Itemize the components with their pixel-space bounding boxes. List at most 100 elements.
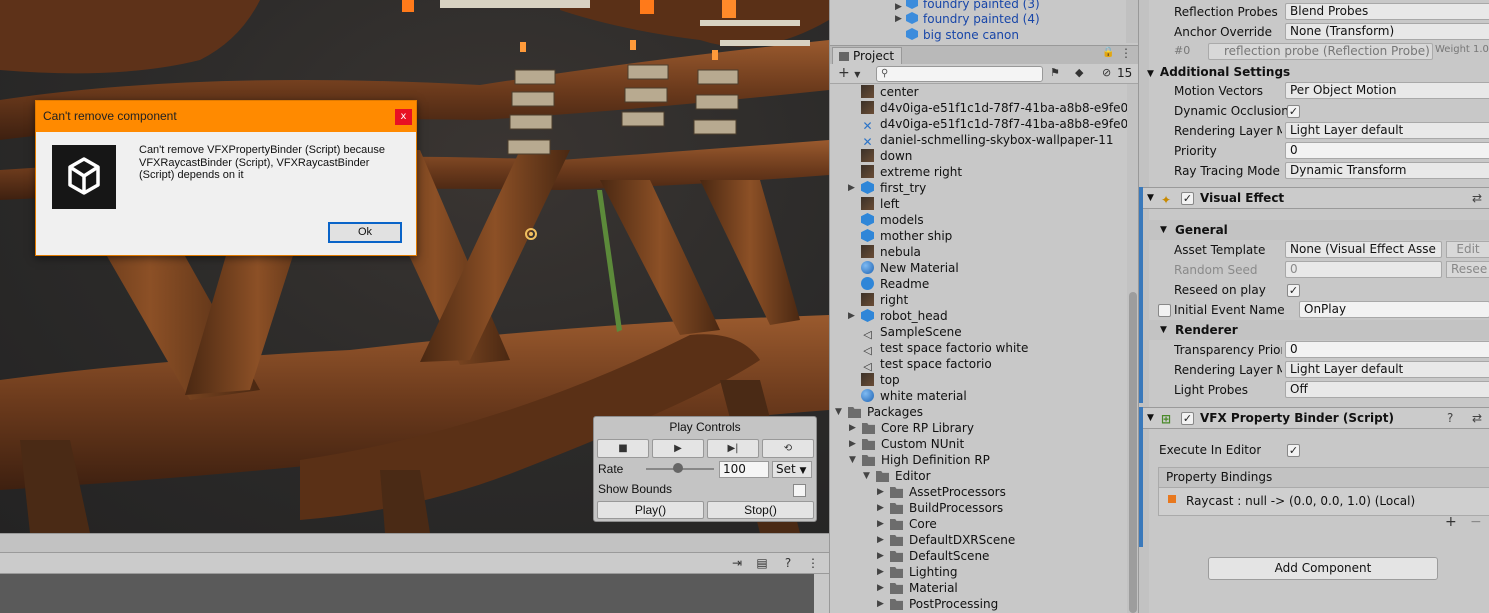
- ray-tracing-dropdown[interactable]: Dynamic Transform: [1285, 162, 1489, 179]
- editor-subfolder[interactable]: ▶ AssetProcessors: [877, 484, 1006, 500]
- general-foldout[interactable]: ▼ General: [1143, 220, 1489, 240]
- rendering-layer-dropdown[interactable]: Light Layer default: [1285, 361, 1489, 378]
- play-button[interactable]: Play(): [597, 501, 704, 519]
- lock-icon[interactable]: ⇥: [727, 555, 747, 572]
- scrollbar-thumb[interactable]: [1129, 292, 1137, 613]
- expand-arrow-icon[interactable]: ▶: [895, 14, 902, 24]
- tab-project[interactable]: Project: [832, 47, 902, 65]
- initial-event-input[interactable]: OnPlay: [1299, 301, 1489, 318]
- settings-icon[interactable]: ⇄: [1472, 188, 1482, 208]
- editor-subfolder[interactable]: ▶ BuildProcessors: [877, 500, 1003, 516]
- reseed-button[interactable]: Resee: [1446, 261, 1489, 278]
- random-seed-input[interactable]: 0: [1285, 261, 1442, 278]
- hierarchy-scrollbar[interactable]: [1126, 0, 1138, 43]
- expand-arrow-icon[interactable]: ▶: [849, 436, 856, 452]
- visual-effect-enabled-checkbox[interactable]: ✓: [1181, 192, 1194, 205]
- set-rate-dropdown[interactable]: Set ▼: [772, 461, 812, 478]
- motion-vectors-dropdown[interactable]: Per Object Motion: [1285, 82, 1489, 99]
- expand-arrow-icon[interactable]: ▶: [877, 580, 884, 596]
- asset-item[interactable]: ▶ robot_head: [848, 308, 948, 324]
- rendering-layer-dropdown[interactable]: Light Layer default: [1285, 122, 1489, 139]
- reflection-probes-dropdown[interactable]: Blend Probes: [1285, 3, 1489, 20]
- asset-item[interactable]: ◁ test space factorio white: [861, 340, 1028, 357]
- close-button[interactable]: x: [395, 109, 412, 125]
- asset-item[interactable]: extreme right: [861, 164, 962, 180]
- expand-arrow-icon[interactable]: ▶: [848, 308, 855, 324]
- add-binding-button[interactable]: +: [1445, 514, 1457, 530]
- filter-by-label-icon[interactable]: ◆: [1075, 66, 1083, 79]
- edit-button[interactable]: Edit: [1446, 241, 1489, 258]
- expand-arrow-icon[interactable]: ▶: [877, 532, 884, 548]
- rate-input[interactable]: 100: [719, 461, 769, 478]
- play-icon-button[interactable]: ▶: [652, 439, 704, 458]
- asset-item[interactable]: ✕ daniel-schmelling-skybox-wallpaper-11: [861, 132, 1113, 149]
- asset-item[interactable]: down: [861, 148, 912, 164]
- stop-button[interactable]: Stop(): [707, 501, 814, 519]
- asset-item[interactable]: models: [861, 212, 924, 228]
- step-icon-button[interactable]: ▶|: [707, 439, 759, 458]
- editor-subfolder[interactable]: ▶ PostProcessing: [877, 596, 998, 612]
- asset-item[interactable]: mother ship: [861, 228, 952, 244]
- reseed-on-play-checkbox[interactable]: ✓: [1287, 284, 1300, 297]
- vfx-binder-header[interactable]: ▼ ⊞ ✓ VFX Property Binder (Script) ? ⇄: [1143, 407, 1489, 429]
- lock-icon[interactable]: 🔒: [1102, 47, 1114, 58]
- asset-item[interactable]: ▶ first_try: [848, 180, 926, 196]
- expand-arrow-icon[interactable]: ▶: [877, 500, 884, 516]
- expanded-arrow-icon[interactable]: ▼: [849, 452, 856, 468]
- create-dropdown[interactable]: + ▼: [838, 65, 860, 81]
- asset-item[interactable]: top: [861, 372, 900, 388]
- asset-item[interactable]: d4v0iga-e51f1c1d-78f7-41ba-a8b8-e9fe00: [861, 100, 1127, 116]
- package-folder[interactable]: ▶ Core RP Library: [849, 420, 974, 436]
- asset-item[interactable]: left: [861, 196, 899, 212]
- console-scrollbar[interactable]: [814, 574, 829, 613]
- show-bounds-checkbox[interactable]: [793, 484, 806, 497]
- anchor-override-field[interactable]: None (Transform): [1285, 23, 1489, 40]
- additional-settings-foldout[interactable]: ▼ Additional Settings: [1147, 63, 1489, 81]
- expand-arrow-icon[interactable]: ▶: [877, 596, 884, 612]
- expand-arrow-icon[interactable]: ▶: [849, 420, 856, 436]
- expanded-arrow-icon[interactable]: ▼: [835, 404, 842, 420]
- asset-item[interactable]: white material: [861, 388, 967, 404]
- editor-folder[interactable]: ▼ Editor: [863, 468, 931, 484]
- stop-icon-button[interactable]: ■: [597, 439, 649, 458]
- editor-subfolder[interactable]: ▶ Core: [877, 516, 937, 532]
- settings-icon[interactable]: ⇄: [1472, 408, 1482, 428]
- probe-object-field[interactable]: reflection probe (Reflection Probe): [1208, 43, 1433, 60]
- expand-arrow-icon[interactable]: ▶: [877, 564, 884, 580]
- rate-slider-handle[interactable]: [673, 463, 683, 473]
- dynamic-occlusion-checkbox[interactable]: ✓: [1287, 105, 1300, 118]
- asset-item[interactable]: center: [861, 84, 919, 100]
- binding-entry[interactable]: Raycast : null -> (0.0, 0.0, 1.0) (Local…: [1186, 494, 1415, 508]
- hierarchy-item[interactable]: big stone canon: [906, 27, 1019, 43]
- hierarchy-item[interactable]: foundry painted (4): [906, 11, 1040, 27]
- priority-input[interactable]: 0: [1285, 142, 1489, 159]
- package-folder[interactable]: ▶ Custom NUnit: [849, 436, 964, 452]
- initial-event-checkbox[interactable]: [1158, 304, 1171, 317]
- transparency-input[interactable]: 0: [1285, 341, 1489, 358]
- expand-arrow-icon[interactable]: ▶: [895, 2, 902, 12]
- save-icon[interactable]: ▤: [752, 555, 772, 572]
- asset-item[interactable]: ◁ test space factorio: [861, 356, 991, 373]
- editor-subfolder[interactable]: ▶ DefaultDXRScene: [877, 532, 1015, 548]
- asset-item[interactable]: ◁ SampleScene: [861, 324, 961, 341]
- asset-item[interactable]: ✕ d4v0iga-e51f1c1d-78f7-41ba-a8b8-e9fe00: [861, 116, 1127, 133]
- expanded-arrow-icon[interactable]: ▼: [863, 468, 870, 484]
- vfx-binder-enabled-checkbox[interactable]: ✓: [1181, 412, 1194, 425]
- editor-subfolder[interactable]: ▶ Material: [877, 580, 958, 596]
- asset-item[interactable]: New Material: [861, 260, 959, 276]
- menu-icon[interactable]: ⋮: [1120, 46, 1132, 60]
- expand-arrow-icon[interactable]: ▶: [877, 516, 884, 532]
- asset-template-field[interactable]: None (Visual Effect Asse: [1285, 241, 1442, 258]
- remove-binding-button[interactable]: −: [1470, 514, 1482, 530]
- menu-icon[interactable]: ⋮: [803, 555, 823, 572]
- add-component-button[interactable]: Add Component: [1208, 557, 1438, 580]
- help-icon[interactable]: ?: [778, 555, 798, 572]
- expand-arrow-icon[interactable]: ▶: [877, 548, 884, 564]
- packages-folder[interactable]: ▼ Packages: [835, 404, 923, 420]
- restart-icon-button[interactable]: ⟲: [762, 439, 814, 458]
- visual-effect-header[interactable]: ▼ ✦ ✓ Visual Effect ⇄: [1143, 187, 1489, 209]
- hidden-packages-icon[interactable]: ⊘: [1102, 66, 1111, 79]
- asset-item[interactable]: nebula: [861, 244, 921, 260]
- asset-item[interactable]: right: [861, 292, 908, 308]
- editor-subfolder[interactable]: ▶ DefaultScene: [877, 548, 989, 564]
